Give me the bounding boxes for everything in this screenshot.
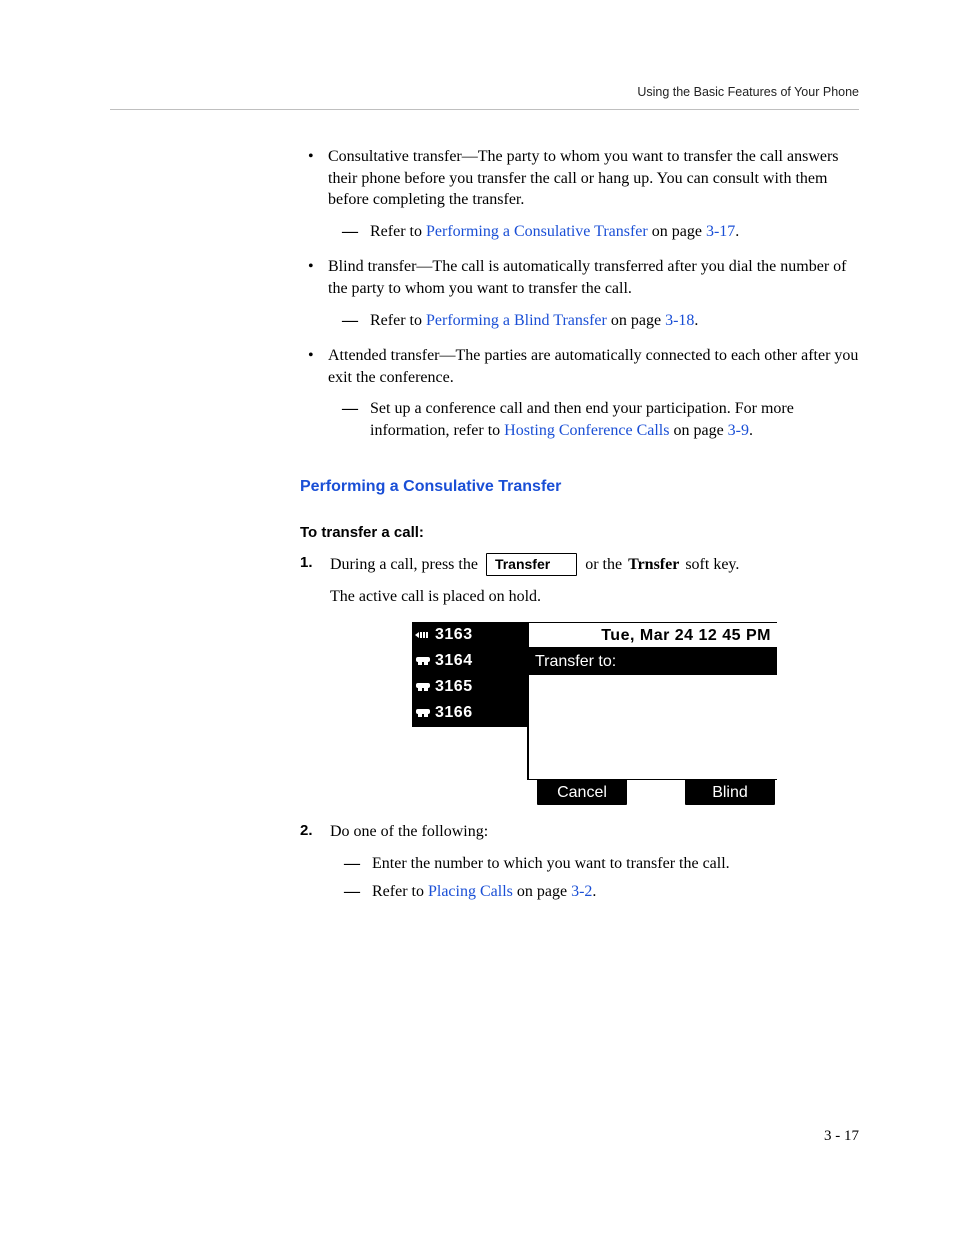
body-text: Consultative transfer—The party to whom … (328, 148, 839, 208)
procedure-steps: During a call, press the Transfer or the… (300, 553, 859, 902)
list-item: Refer to Placing Calls on page 3-2. (330, 881, 859, 903)
line-key: 3166 (412, 701, 527, 727)
step-line: During a call, press the Transfer or the… (330, 553, 859, 576)
line-key: 3165 (412, 675, 527, 701)
body-text: on page (648, 223, 706, 240)
step-item: During a call, press the Transfer or the… (300, 553, 859, 805)
link-hosting-conference[interactable]: Hosting Conference Calls (504, 422, 669, 439)
phone-icon (414, 654, 432, 668)
list-item: Refer to Performing a Blind Transfer on … (328, 310, 859, 332)
body-text: Attended transfer—The parties are automa… (328, 347, 858, 386)
list-item: Blind transfer—The call is automatically… (300, 256, 859, 331)
body-text: . (592, 883, 596, 900)
phone-line-keys: 3163 3164 (412, 623, 529, 780)
line-key: 3164 (412, 649, 527, 675)
line-number: 3163 (435, 622, 473, 648)
line-number: 3164 (435, 648, 473, 674)
running-head: Using the Basic Features of Your Phone (110, 85, 859, 99)
body-text: Refer to (370, 223, 426, 240)
link-page-ref[interactable]: 3-18 (665, 312, 694, 329)
section-heading: Performing a Consulative Transfer (300, 476, 859, 498)
softkey-blind: Blind (685, 780, 775, 806)
main-content: Consultative transfer—The party to whom … (300, 146, 859, 902)
body-text: Do one of the following: (330, 823, 488, 840)
link-consulative-transfer[interactable]: Performing a Consulative Transfer (426, 223, 648, 240)
body-text: . (749, 422, 753, 439)
list-item: Attended transfer—The parties are automa… (300, 345, 859, 441)
step-item: Do one of the following: Enter the numbe… (300, 821, 859, 902)
line-number: 3166 (435, 700, 473, 726)
step-note: The active call is placed on hold. (330, 586, 859, 608)
line-key: 3163 (412, 623, 527, 649)
softkey-name: Trnsfer (628, 554, 679, 576)
link-placing-calls[interactable]: Placing Calls (428, 883, 513, 900)
phone-main: Tue, Mar 24 12 45 PM Transfer to: (529, 623, 777, 780)
phone-status-bar: Tue, Mar 24 12 45 PM (529, 623, 777, 649)
phone-screenshot: 3163 3164 (412, 622, 777, 806)
transfer-types-list: Consultative transfer—The party to whom … (300, 146, 859, 442)
body-text: . (694, 312, 698, 329)
body-text: Refer to (370, 312, 426, 329)
line-number: 3165 (435, 674, 473, 700)
link-blind-transfer[interactable]: Performing a Blind Transfer (426, 312, 607, 329)
phone-body-area (529, 675, 777, 780)
body-text: on page (669, 422, 727, 439)
body-text: or the (585, 554, 622, 576)
phone-title-bar: Transfer to: (529, 649, 777, 675)
page-number: 3 - 17 (824, 1128, 859, 1145)
phone-softkey-row: Cancel Blind (412, 780, 777, 806)
sublist: Enter the number to which you want to tr… (330, 853, 859, 902)
body-text: soft key. (685, 554, 739, 576)
body-text: . (735, 223, 739, 240)
sublist: Set up a conference call and then end yo… (328, 398, 859, 441)
body-text: Enter the number to which you want to tr… (372, 855, 730, 872)
link-page-ref[interactable]: 3-2 (571, 883, 592, 900)
body-text: During a call, press the (330, 554, 478, 576)
list-item: Consultative transfer—The party to whom … (300, 146, 859, 242)
body-text: Blind transfer—The call is automatically… (328, 258, 846, 297)
body-text: on page (513, 883, 571, 900)
body-text: Refer to (372, 883, 428, 900)
header-rule (110, 109, 859, 110)
link-page-ref[interactable]: 3-9 (728, 422, 749, 439)
body-text: on page (607, 312, 665, 329)
list-item: Set up a conference call and then end yo… (328, 398, 859, 441)
procedure-heading: To transfer a call: (300, 523, 859, 543)
phone-left-blank (412, 727, 527, 779)
phone-icon (414, 706, 432, 720)
phone-icon (414, 680, 432, 694)
link-page-ref[interactable]: 3-17 (706, 223, 735, 240)
list-item: Enter the number to which you want to tr… (330, 853, 859, 875)
speaker-icon (414, 628, 432, 642)
sublist: Refer to Performing a Consulative Transf… (328, 221, 859, 243)
phone-top: 3163 3164 (412, 623, 777, 780)
softkey-cancel: Cancel (537, 780, 627, 806)
sublist: Refer to Performing a Blind Transfer on … (328, 310, 859, 332)
transfer-key-graphic: Transfer (486, 553, 577, 576)
list-item: Refer to Performing a Consulative Transf… (328, 221, 859, 243)
